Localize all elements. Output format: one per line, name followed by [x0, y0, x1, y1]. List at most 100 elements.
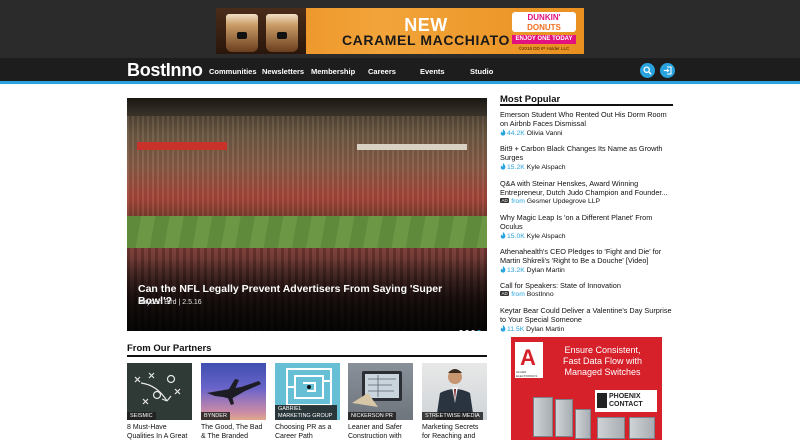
network-switch-image	[533, 397, 553, 437]
network-switch-image	[575, 409, 591, 439]
stadium-banner	[137, 142, 227, 150]
allied-logo-letter: A	[520, 345, 536, 370]
partners-divider	[127, 355, 487, 357]
nav-item-careers[interactable]: Careers	[368, 67, 396, 76]
dunkin-ad-banner[interactable]: NEW CARAMEL MACCHIATO DUNKIN' DONUTS ENJ…	[216, 8, 584, 54]
slide-dot-1[interactable]	[459, 330, 463, 331]
nav-item-communities[interactable]: Communities	[209, 67, 257, 76]
popular-headline[interactable]: Call for Speakers: State of Innovation	[500, 281, 675, 290]
popular-headline[interactable]: Q&A with Steinar Henskes, Award Winning …	[500, 179, 675, 197]
popular-headline[interactable]: Keytar Bear Could Deliver a Valentine's …	[500, 306, 675, 324]
popular-item[interactable]: Call for Speakers: State of Innovation A…	[500, 281, 675, 298]
sponsor-name[interactable]: Gesmer Updegrove LLP	[527, 198, 600, 205]
view-count: 15.2K	[507, 164, 525, 171]
popular-item[interactable]: Athenahealth's CEO Pledges to 'Fight and…	[500, 247, 675, 274]
sponsor-name[interactable]: BostInno	[527, 291, 554, 298]
popular-item[interactable]: Why Magic Leap Is 'on a Different Planet…	[500, 213, 675, 240]
partner-card[interactable]: BYNDER The Good, The Bad & The Branded	[201, 363, 266, 440]
from-label: from	[511, 291, 525, 298]
allied-logo-text: ALLIED ELECTRONICS	[516, 370, 538, 378]
author-name[interactable]: Olivia Vanni	[527, 130, 563, 137]
partner-tag: NICKERSON PR	[348, 411, 396, 420]
trending-flame-icon	[500, 325, 506, 332]
partner-headline[interactable]: 8 Must-Have Qualities In A Great	[127, 424, 192, 440]
partner-image: NICKERSON PR	[348, 363, 413, 420]
popular-item[interactable]: Emerson Student Who Rented Out His Dorm …	[500, 110, 675, 137]
side-ad-line2: Fast Data Flow with	[562, 356, 643, 366]
popular-headline[interactable]: Athenahealth's CEO Pledges to 'Fight and…	[500, 247, 675, 265]
search-icon	[643, 66, 652, 75]
dunkin-logo-line2: DONUTS	[527, 23, 561, 32]
network-switch-image	[629, 417, 655, 439]
view-count: 13.2K	[507, 267, 525, 274]
popular-item[interactable]: Bit9 + Carbon Black Changes Its Name as …	[500, 144, 675, 171]
phoenix-line1: PHOENIX	[609, 393, 641, 400]
most-popular-divider	[500, 104, 673, 106]
partner-card[interactable]: STREETWISE MEDIA Marketing Secrets for R…	[422, 363, 487, 440]
phoenix-mark	[597, 393, 607, 408]
stadium-stands-image	[127, 98, 487, 223]
partner-headline[interactable]: The Good, The Bad & The Branded	[201, 424, 266, 440]
dunkin-logo: DUNKIN' DONUTS	[512, 12, 576, 32]
partner-card[interactable]: NICKERSON PR Leaner and Safer Constructi…	[348, 363, 413, 440]
author-name[interactable]: Kyle Alspach	[527, 164, 566, 171]
popular-meta: AD from Gesmer Updegrove LLP	[500, 198, 675, 205]
nav-item-newsletters[interactable]: Newsletters	[262, 67, 304, 76]
popular-headline[interactable]: Bit9 + Carbon Black Changes Its Name as …	[500, 144, 675, 162]
partner-headline[interactable]: Leaner and Safer Construction with	[348, 424, 413, 440]
partner-image: STREETWISE MEDIA	[422, 363, 487, 420]
author-name[interactable]: Dylan Martin	[527, 267, 565, 274]
trending-flame-icon	[500, 266, 506, 273]
nav-item-events[interactable]: Events	[420, 67, 445, 76]
side-ad-banner[interactable]: A ALLIED ELECTRONICS Ensure Consistent, …	[511, 337, 662, 440]
view-count: 44.2K	[507, 130, 525, 137]
partner-tag: BYNDER	[201, 411, 230, 420]
partner-image: BYNDER	[201, 363, 266, 420]
partner-tag: SEISMIC	[127, 411, 156, 420]
partner-image: SEISMIC	[127, 363, 192, 420]
popular-meta: 15.2K Kyle Alspach	[500, 163, 675, 171]
slide-dot-3[interactable]	[471, 330, 475, 331]
login-button[interactable]	[660, 63, 675, 78]
nav-item-studio[interactable]: Studio	[470, 67, 493, 76]
author-name[interactable]: Kyle Alspach	[527, 233, 566, 240]
nav-item-membership[interactable]: Membership	[311, 67, 355, 76]
phoenix-contact-logo: PHOENIX CONTACT	[595, 390, 657, 412]
login-icon	[663, 66, 672, 75]
coffee-cups-image	[216, 8, 306, 54]
stadium-roof	[127, 98, 487, 116]
trending-flame-icon	[500, 129, 506, 136]
dunkin-logo-line1: DUNKIN'	[527, 13, 561, 22]
popular-meta: 13.2K Dylan Martin	[500, 266, 675, 274]
search-button[interactable]	[640, 63, 655, 78]
ad-badge: AD	[500, 291, 510, 296]
partner-card[interactable]: SEISMIC 8 Must-Have Qualities In A Great	[127, 363, 192, 440]
partner-tag: STREETWISE MEDIA	[422, 411, 483, 420]
trending-flame-icon	[500, 163, 506, 170]
main-nav: BostInno Communities Newsletters Members…	[0, 58, 800, 84]
partner-card[interactable]: GABRIEL MARKETING GROUP Choosing PR as a…	[275, 363, 340, 440]
popular-headline[interactable]: Why Magic Leap Is 'on a Different Planet…	[500, 213, 675, 231]
slide-dots	[457, 321, 481, 331]
view-count: 15.0K	[507, 233, 525, 240]
hero-slide[interactable]: Can the NFL Legally Prevent Advertisers …	[127, 98, 487, 331]
partner-headline[interactable]: Choosing PR as a Career Path	[275, 424, 340, 440]
network-switch-image	[555, 399, 573, 437]
phoenix-line2: CONTACT	[609, 401, 643, 408]
side-ad-copy: Ensure Consistent, Fast Data Flow with M…	[545, 345, 660, 378]
partner-headline[interactable]: Marketing Secrets for Reaching and	[422, 424, 487, 440]
ad-product-name: CARAMEL MACCHIATO	[341, 32, 511, 48]
slide-dot-2[interactable]	[465, 330, 469, 331]
site-logo[interactable]: BostInno	[127, 60, 203, 81]
popular-headline[interactable]: Emerson Student Who Rented Out His Dorm …	[500, 110, 675, 128]
author-name[interactable]: Dylan Martin	[526, 326, 564, 333]
partner-image: GABRIEL MARKETING GROUP	[275, 363, 340, 420]
network-switch-image	[597, 417, 625, 439]
ad-cta: ENJOY ONE TODAY	[512, 35, 576, 44]
view-count: 11.5K	[507, 326, 525, 333]
slide-dot-4[interactable]	[477, 330, 481, 331]
popular-meta: AD from BostInno	[500, 291, 675, 298]
trending-flame-icon	[500, 232, 506, 239]
popular-item[interactable]: Q&A with Steinar Henskes, Award Winning …	[500, 179, 675, 205]
popular-item[interactable]: Keytar Bear Could Deliver a Valentine's …	[500, 306, 675, 333]
